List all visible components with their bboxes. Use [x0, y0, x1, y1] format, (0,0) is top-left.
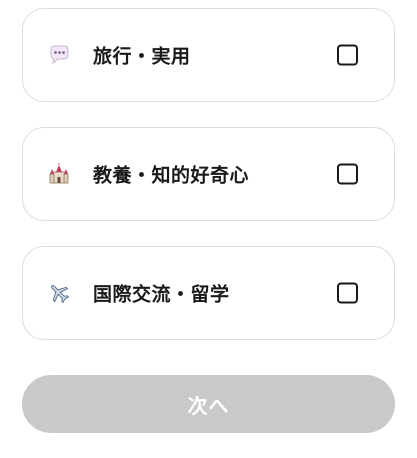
interest-selection-screen: 旅行・実用 教養・知的好奇心 国際交流・留学 次へ	[0, 0, 417, 458]
option-card-culture[interactable]: 教養・知的好奇心	[22, 127, 395, 221]
option-label: 旅行・実用	[93, 45, 191, 68]
option-card-international[interactable]: 国際交流・留学	[22, 246, 395, 340]
castle-icon	[47, 162, 71, 186]
next-button[interactable]: 次へ	[22, 375, 395, 433]
option-card-travel[interactable]: 旅行・実用	[22, 8, 395, 102]
option-checkbox[interactable]	[337, 282, 358, 304]
airplane-icon	[47, 281, 71, 305]
option-checkbox[interactable]	[337, 163, 358, 185]
option-label: 国際交流・留学	[93, 283, 230, 306]
option-checkbox[interactable]	[337, 44, 358, 66]
option-label: 教養・知的好奇心	[93, 164, 250, 187]
speech-bubble-icon	[47, 43, 71, 67]
